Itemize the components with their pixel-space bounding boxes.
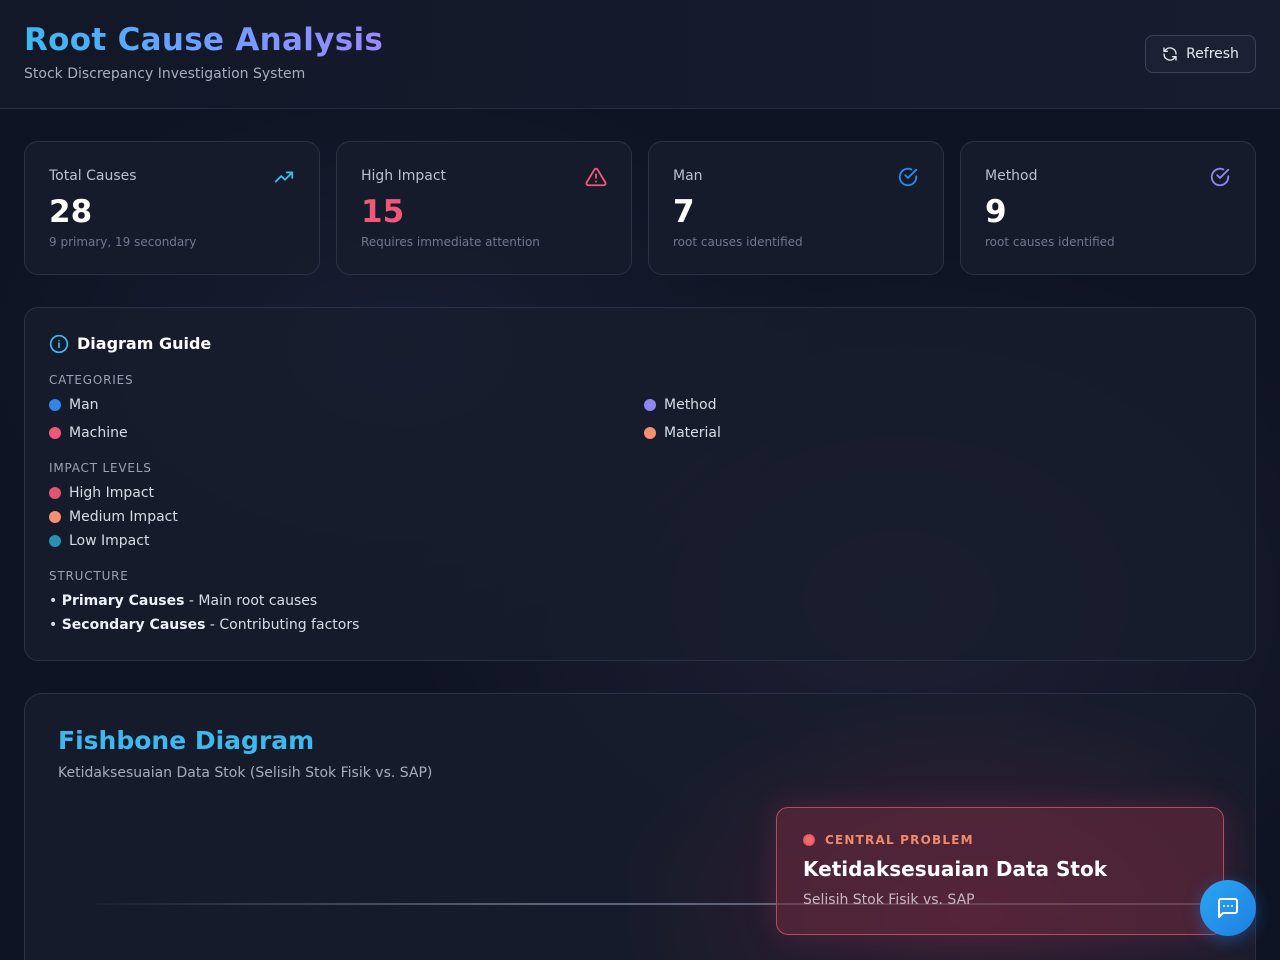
stat-label: Method xyxy=(985,168,1038,184)
legend-dot xyxy=(49,511,61,523)
structure-desc: - Contributing factors xyxy=(205,617,360,633)
legend-label: Low Impact xyxy=(69,533,150,549)
stat-note: root causes identified xyxy=(985,235,1115,249)
legend-dot xyxy=(49,427,61,439)
check-circle-icon xyxy=(1210,167,1230,187)
categories-heading: CATEGORIES xyxy=(49,373,134,387)
legend-item-man: Man xyxy=(49,397,99,413)
refresh-button[interactable]: Refresh xyxy=(1145,35,1256,73)
structure-desc: - Main root causes xyxy=(184,593,318,609)
refresh-button-label: Refresh xyxy=(1186,46,1239,62)
structure-term: Primary Causes xyxy=(61,593,185,609)
chat-icon xyxy=(1218,898,1238,918)
page-subtitle: Stock Discrepancy Investigation System xyxy=(24,66,306,82)
legend-dot xyxy=(49,487,61,499)
check-circle-icon xyxy=(898,167,918,187)
stat-value: 9 xyxy=(985,194,1007,230)
legend-label: Material xyxy=(664,425,721,441)
diagram-guide-panel: Diagram Guide CATEGORIES Man Method Mach… xyxy=(24,307,1256,661)
alert-triangle-icon xyxy=(585,167,607,187)
fishbone-diagram-panel: Fishbone Diagram Ketidaksesuaian Data St… xyxy=(24,693,1256,960)
central-problem-title: Ketidaksesuaian Data Stok xyxy=(803,857,1108,881)
stat-note: Requires immediate attention xyxy=(361,235,540,249)
legend-dot xyxy=(49,399,61,411)
structure-item-primary: • Primary Causes - Main root causes xyxy=(49,593,318,609)
fishbone-subtitle: Ketidaksesuaian Data Stok (Selisih Stok … xyxy=(58,765,433,781)
page-title: Root Cause Analysis xyxy=(24,22,384,58)
fishbone-title: Fishbone Diagram xyxy=(58,726,315,755)
stat-label: Man xyxy=(673,168,703,184)
central-tag-label: CENTRAL PROBLEM xyxy=(825,833,974,847)
legend-label: Man xyxy=(69,397,99,413)
stat-value: 7 xyxy=(673,194,695,230)
legend-item-method: Method xyxy=(644,397,717,413)
stat-value: 15 xyxy=(361,194,405,230)
legend-label: Medium Impact xyxy=(69,509,178,525)
stat-value: 28 xyxy=(49,194,93,230)
stat-card-high-impact: High Impact 15 Requires immediate attent… xyxy=(336,141,632,275)
legend-item-material: Material xyxy=(644,425,721,441)
legend-dot xyxy=(644,399,656,411)
structure-heading: STRUCTURE xyxy=(49,569,129,583)
impact-levels-heading: IMPACT LEVELS xyxy=(49,461,152,475)
legend-item-low-impact: Low Impact xyxy=(49,533,149,549)
target-icon xyxy=(803,834,815,846)
legend-dot xyxy=(49,535,61,547)
structure-term: Secondary Causes xyxy=(61,617,206,633)
stat-card-man: Man 7 root causes identified xyxy=(648,141,944,275)
legend-dot xyxy=(644,427,656,439)
structure-item-secondary: • Secondary Causes - Contributing factor… xyxy=(49,617,360,633)
legend-label: Method xyxy=(664,397,717,413)
stat-card-method: Method 9 root causes identified xyxy=(960,141,1256,275)
central-problem-tag: CENTRAL PROBLEM xyxy=(803,833,974,847)
legend-item-medium-impact: Medium Impact xyxy=(49,509,178,525)
central-problem-subtitle: Selisih Stok Fisik vs. SAP xyxy=(803,892,975,908)
legend-item-high-impact: High Impact xyxy=(49,485,154,501)
trending-up-icon xyxy=(274,171,294,183)
stat-label: Total Causes xyxy=(49,168,137,184)
legend-item-machine: Machine xyxy=(49,425,128,441)
stat-card-total-causes: Total Causes 28 9 primary, 19 secondary xyxy=(24,141,320,275)
legend-label: Machine xyxy=(69,425,128,441)
central-problem-card[interactable]: CENTRAL PROBLEM Ketidaksesuaian Data Sto… xyxy=(776,807,1224,935)
stat-note: root causes identified xyxy=(673,235,803,249)
stat-note: 9 primary, 19 secondary xyxy=(49,235,197,249)
page-header: Root Cause Analysis Stock Discrepancy In… xyxy=(0,0,1280,109)
stat-label: High Impact xyxy=(361,168,447,184)
guide-title: Diagram Guide xyxy=(77,334,212,353)
legend-label: High Impact xyxy=(69,485,155,501)
refresh-icon xyxy=(1163,47,1177,61)
info-icon xyxy=(49,334,69,354)
chat-button[interactable] xyxy=(1200,880,1256,936)
